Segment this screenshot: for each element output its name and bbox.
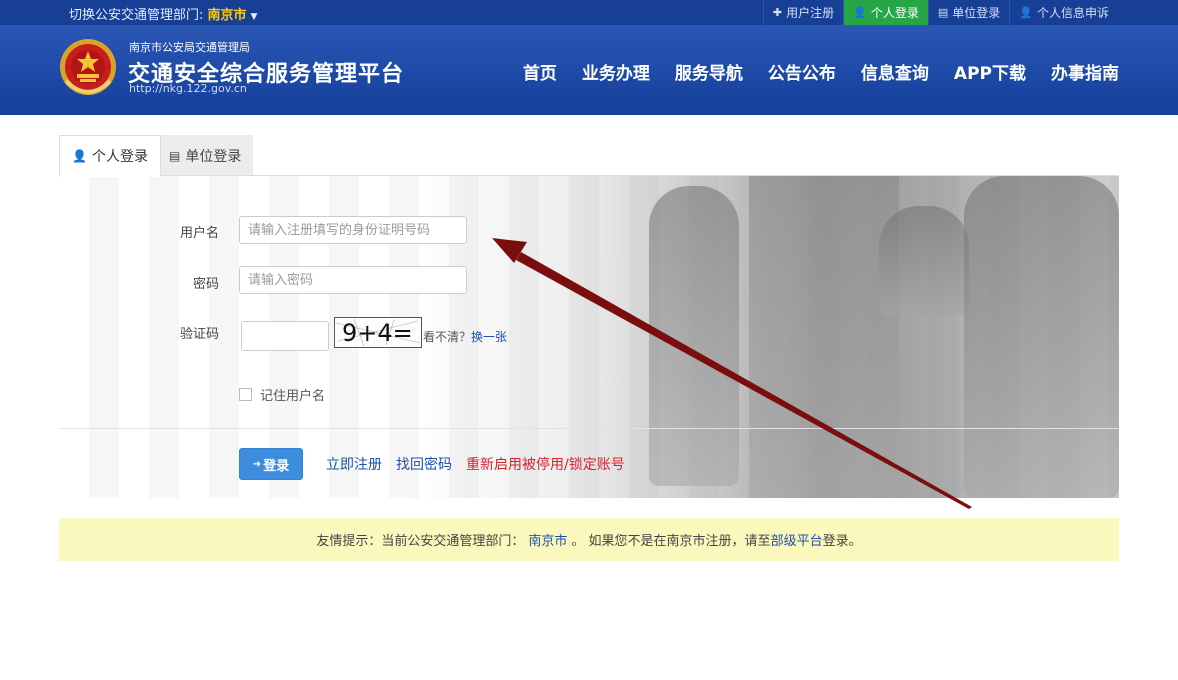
user-icon: 👤 bbox=[72, 149, 87, 163]
captcha-refresh-link[interactable]: 换一张 bbox=[471, 330, 507, 344]
top-nav: ✚ 用户注册 👤 个人登录 ▤ 单位登录 👤 个人信息申诉 bbox=[762, 0, 1118, 25]
background-car bbox=[879, 206, 969, 316]
tab-unit-login-label: 单位登录 bbox=[185, 148, 242, 165]
tab-personal-login[interactable]: 👤 个人登录 bbox=[59, 135, 161, 177]
background-car bbox=[649, 186, 739, 486]
top-link-appeal[interactable]: 👤 个人信息申诉 bbox=[1009, 0, 1118, 25]
site-header: 南京市公安局交通管理局 交通安全综合服务管理平台 http://nkg.122.… bbox=[0, 25, 1178, 115]
top-link-personal-login-label: 个人登录 bbox=[870, 6, 919, 20]
form-divider bbox=[59, 428, 1119, 429]
captcha-label: 验证码 bbox=[179, 327, 219, 342]
captcha-image[interactable]: 9+4= bbox=[334, 317, 422, 348]
site-url: http://nkg.122.gov.cn bbox=[129, 82, 247, 95]
main-nav: 首页 业务办理 服务导航 公告公布 信息查询 APP下载 办事指南 bbox=[498, 59, 1119, 84]
user-icon: 👤 bbox=[1019, 6, 1033, 19]
department-switcher[interactable]: 切换公安交通管理部门: 南京市 ▼ bbox=[69, 4, 257, 23]
header-subtitle: 南京市公安局交通管理局 bbox=[129, 41, 250, 54]
login-panel: 用户名 密码 验证码 9+4= 看不清？换一张 记住用户名 ➜ 登录 立即注册 … bbox=[59, 176, 1119, 498]
captcha-cant-see-text: 看不清？ bbox=[423, 330, 472, 344]
nav-announcements[interactable]: 公告公布 bbox=[768, 59, 836, 84]
login-button[interactable]: ➜ 登录 bbox=[239, 448, 303, 480]
reactivate-account-link[interactable]: 重新启用被停用/锁定账号 bbox=[466, 454, 625, 474]
top-bar: 切换公安交通管理部门: 南京市 ▼ ✚ 用户注册 👤 个人登录 ▤ 单位登录 👤 … bbox=[0, 0, 1178, 25]
background-car bbox=[964, 176, 1119, 498]
department-city[interactable]: 南京市 bbox=[208, 8, 247, 23]
username-input[interactable] bbox=[239, 216, 467, 244]
sign-in-icon: ➜ bbox=[252, 458, 262, 470]
national-platform-link[interactable]: 部级平台 bbox=[771, 530, 823, 549]
user-icon: 👤 bbox=[853, 6, 867, 19]
notice-city: 南京市 bbox=[528, 534, 568, 549]
captcha-help: 看不清？换一张 bbox=[423, 328, 507, 345]
nav-guide[interactable]: 办事指南 bbox=[1051, 59, 1119, 84]
caret-down-icon[interactable]: ▼ bbox=[251, 12, 258, 22]
nav-service-guide[interactable]: 服务导航 bbox=[675, 59, 743, 84]
background-road bbox=[749, 176, 899, 498]
top-link-unit-login-label: 单位登录 bbox=[952, 6, 1001, 20]
tab-unit-login[interactable]: ▤ 单位登录 bbox=[157, 135, 254, 176]
police-emblem-logo bbox=[60, 39, 116, 95]
nav-home[interactable]: 首页 bbox=[523, 59, 557, 84]
remember-label: 记住用户名 bbox=[260, 389, 326, 404]
login-button-label: 登录 bbox=[263, 458, 290, 474]
password-label: 密码 bbox=[192, 277, 219, 292]
top-link-register[interactable]: ✚ 用户注册 bbox=[762, 0, 843, 25]
tab-personal-login-label: 个人登录 bbox=[91, 149, 148, 165]
notice-middle: 。 如果您不是在南京市注册，请至 bbox=[571, 534, 771, 549]
captcha-text: 9+4= bbox=[342, 319, 413, 347]
notice-bar: 友情提示：当前公安交通管理部门： 南京市 。 如果您不是在南京市注册，请至 部级… bbox=[59, 518, 1119, 561]
department-switch-label: 切换公安交通管理部门: bbox=[69, 8, 204, 23]
password-input[interactable] bbox=[239, 266, 467, 294]
remember-checkbox[interactable] bbox=[239, 388, 252, 401]
top-link-personal-login[interactable]: 👤 个人登录 bbox=[843, 0, 928, 25]
building-icon: ▤ bbox=[169, 148, 181, 163]
remember-username[interactable]: 记住用户名 bbox=[239, 385, 325, 404]
top-link-unit-login[interactable]: ▤ 单位登录 bbox=[927, 0, 1009, 25]
nav-info-query[interactable]: 信息查询 bbox=[861, 59, 929, 84]
top-link-appeal-label: 个人信息申诉 bbox=[1036, 6, 1109, 20]
username-label: 用户名 bbox=[179, 226, 219, 241]
notice-suffix: 登录。 bbox=[822, 534, 862, 549]
nav-business[interactable]: 业务办理 bbox=[582, 59, 650, 84]
building-icon: ▤ bbox=[937, 6, 949, 19]
plus-icon: ✚ bbox=[772, 6, 783, 19]
recover-password-link[interactable]: 找回密码 bbox=[396, 454, 452, 474]
nav-app-download[interactable]: APP下载 bbox=[954, 59, 1026, 84]
notice-prefix: 友情提示：当前公安交通管理部门： bbox=[316, 534, 525, 549]
captcha-input[interactable] bbox=[241, 321, 329, 351]
register-link[interactable]: 立即注册 bbox=[326, 454, 382, 474]
top-link-register-label: 用户注册 bbox=[786, 6, 835, 20]
